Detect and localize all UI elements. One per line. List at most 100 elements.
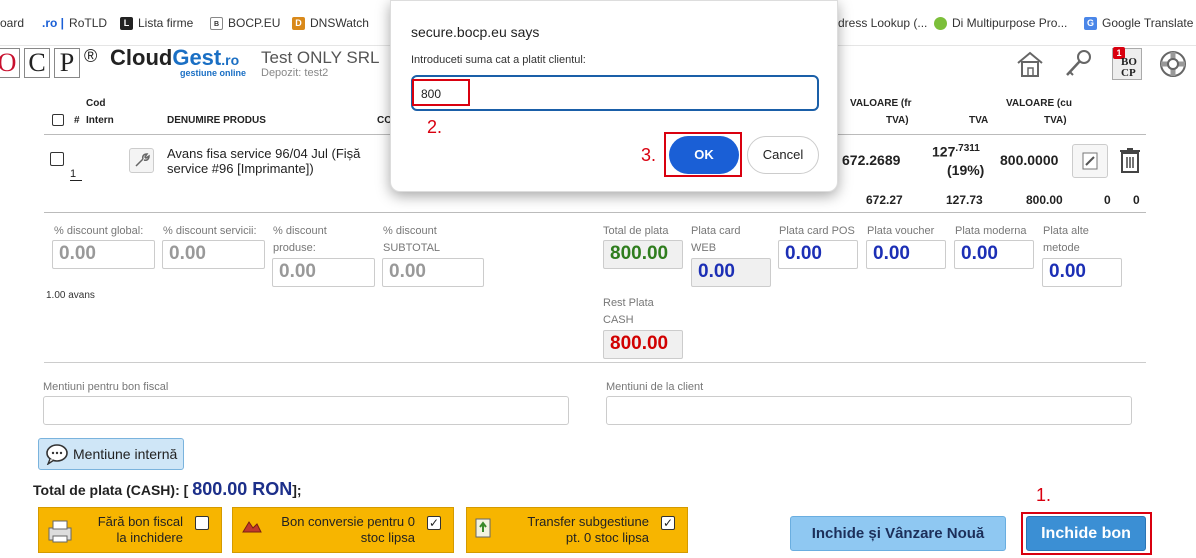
plata-card-pos-input[interactable]: 0.00: [778, 240, 858, 269]
column-valoare-cu: VALOARE (cu: [1006, 98, 1072, 109]
bookmark-item[interactable]: D DNSWatch: [292, 16, 369, 30]
payments-divider: [44, 362, 1146, 363]
bookmark-label: dress Lookup (...: [838, 16, 928, 30]
option-fara-bon[interactable]: Fără bon fiscal la inchidere: [38, 507, 222, 553]
bon-conversie-checkbox[interactable]: ✓: [427, 516, 441, 530]
badge-text: BO CP: [1121, 56, 1137, 79]
brand-tagline: gestiune online: [180, 68, 247, 78]
prompt-dialog: secure.bocp.eu says Introduceti suma cat…: [390, 0, 838, 192]
row-tva: 127.7311: [932, 143, 980, 160]
column-tva: TVA: [969, 115, 989, 126]
edit-icon[interactable]: [1072, 144, 1108, 178]
dnswatch-icon: D: [292, 16, 305, 30]
bookmark-item[interactable]: oard: [0, 16, 24, 30]
mentiune-interna-label: Mentiune internă: [73, 446, 178, 462]
mentiuni-bon-input[interactable]: [43, 396, 569, 425]
dialog-title: secure.bocp.eu says: [411, 24, 540, 40]
column-num: #: [74, 115, 80, 126]
chat-icon: [45, 443, 69, 466]
wrench-icon[interactable]: [129, 148, 154, 173]
logo-letter: O: [0, 48, 20, 78]
plata-card-web-label: Plata card WEB: [691, 225, 741, 254]
column-denumire: DENUMIRE PRODUS: [167, 115, 266, 126]
fara-bon-checkbox[interactable]: [195, 516, 209, 530]
bocp-icon: B: [210, 16, 223, 30]
bookmark-item[interactable]: G Google Translate: [1084, 16, 1193, 30]
company-name: Test ONLY SRL: [261, 48, 380, 67]
annotation-step-3: 3.: [641, 145, 657, 165]
row-valoare-cu: 800.0000: [1000, 152, 1059, 168]
row-index: 1: [70, 168, 82, 181]
bookmark-item[interactable]: .ro | RoTLD: [42, 16, 107, 30]
dialog-message: Introduceti suma cat a platit clientul:: [411, 54, 586, 66]
column-valoare-cu-2: TVA): [1044, 115, 1067, 126]
bookmark-label: DNSWatch: [310, 16, 369, 30]
logo-letter: P: [54, 48, 80, 78]
transfer-checkbox[interactable]: ✓: [661, 516, 675, 530]
home-icon[interactable]: [1014, 48, 1046, 80]
dialog-ok-button[interactable]: OK: [669, 136, 739, 174]
total-tva: 127.73: [946, 193, 983, 207]
delete-icon[interactable]: [1118, 146, 1142, 174]
logo-letter: C: [24, 48, 50, 78]
option-transfer[interactable]: Transfer subgestiune pt. 0 stoc lipsa ✓: [466, 507, 688, 553]
discount-subtotal-label: % discount SUBTOTAL: [383, 225, 441, 254]
support-icon[interactable]: [1158, 49, 1188, 79]
plata-voucher-input[interactable]: 0.00: [866, 240, 946, 269]
option-bon-conversie[interactable]: Bon conversie pentru 0 stoc lipsa ✓: [232, 507, 454, 553]
plata-moderna-input[interactable]: 0.00: [954, 240, 1034, 269]
printer-icon: [45, 518, 75, 544]
annotation-step-2: 2.: [427, 117, 443, 137]
plata-card-web-input[interactable]: 0.00: [691, 258, 771, 287]
bookmark-label: BOCP.EU: [228, 16, 281, 30]
plata-card-pos-label: Plata card POS: [779, 225, 855, 237]
row-valoare-fr: 672.2689: [842, 152, 901, 168]
transfer-icon: [473, 516, 495, 540]
dialog-input[interactable]: 800: [411, 75, 819, 111]
row-tva-percent: (19%): [947, 162, 985, 178]
mentiuni-bon-label: Mentiuni pentru bon fiscal: [43, 381, 169, 393]
bookmark-item[interactable]: B BOCP.EU: [210, 16, 280, 30]
green-dot-icon: [934, 16, 947, 30]
mentiuni-client-input[interactable]: [606, 396, 1132, 425]
annotation-box-2: [412, 79, 470, 106]
column-valoare-fr-2: TVA): [886, 115, 909, 126]
dialog-cancel-button[interactable]: Cancel: [747, 136, 819, 174]
bocp-badge-icon[interactable]: 1 BO CP: [1112, 47, 1142, 80]
plata-moderna-label: Plata moderna: [955, 225, 1027, 237]
bookmark-label: Di Multipurpose Pro...: [952, 16, 1068, 30]
total-zero-2: 0: [1133, 193, 1140, 207]
inchide-vanzare-noua-button[interactable]: Inchide și Vânzare Nouă: [790, 516, 1006, 551]
bookmark-label: RoTLD: [69, 16, 108, 30]
plata-voucher-label: Plata voucher: [867, 225, 935, 237]
mentiune-interna-button[interactable]: Mentiune internă: [38, 438, 184, 470]
discount-servicii-input[interactable]: 0.00: [162, 240, 265, 269]
row-checkbox[interactable]: [50, 152, 64, 166]
select-all-checkbox[interactable]: [52, 114, 64, 126]
lista-firme-icon: L: [120, 16, 133, 30]
plata-alte-label: Plata alte metode: [1043, 225, 1089, 254]
mentiuni-client-label: Mentiuni de la client: [606, 381, 704, 393]
bookmark-item[interactable]: dress Lookup (...: [838, 16, 927, 30]
total-valoare-cu: 800.00: [1026, 193, 1063, 207]
google-translate-icon: G: [1084, 16, 1097, 30]
discount-global-input[interactable]: 0.00: [52, 240, 155, 269]
bookmark-label: Lista firme: [138, 16, 194, 30]
footer-total: Total de plata (CASH): [ 800.00 RON];: [33, 479, 302, 499]
column-valoare-fr: VALOARE (fr: [850, 98, 912, 109]
bookmark-label: oard: [0, 16, 25, 30]
rest-plata-label: Rest Plata CASH: [603, 297, 654, 326]
bookmark-item[interactable]: L Lista firme: [120, 16, 193, 30]
product-name: Avans fisa service 96/04 Jul (Fișă servi…: [167, 146, 361, 176]
total-valoare-fr: 672.27: [866, 193, 903, 207]
discount-subtotal-input[interactable]: 0.00: [382, 258, 484, 287]
registered-mark: ®: [84, 46, 98, 66]
column-cod: Cod: [86, 98, 106, 109]
bookmark-item[interactable]: Di Multipurpose Pro...: [934, 16, 1067, 30]
plata-alte-input[interactable]: 0.00: [1042, 258, 1122, 287]
key-icon[interactable]: [1062, 48, 1094, 80]
bookmark-label: Google Translate: [1102, 16, 1194, 30]
footer-total-amount: 800.00 RON: [192, 479, 293, 499]
discount-produse-input[interactable]: 0.00: [272, 258, 375, 287]
discount-global-label: % discount global:: [54, 225, 144, 237]
